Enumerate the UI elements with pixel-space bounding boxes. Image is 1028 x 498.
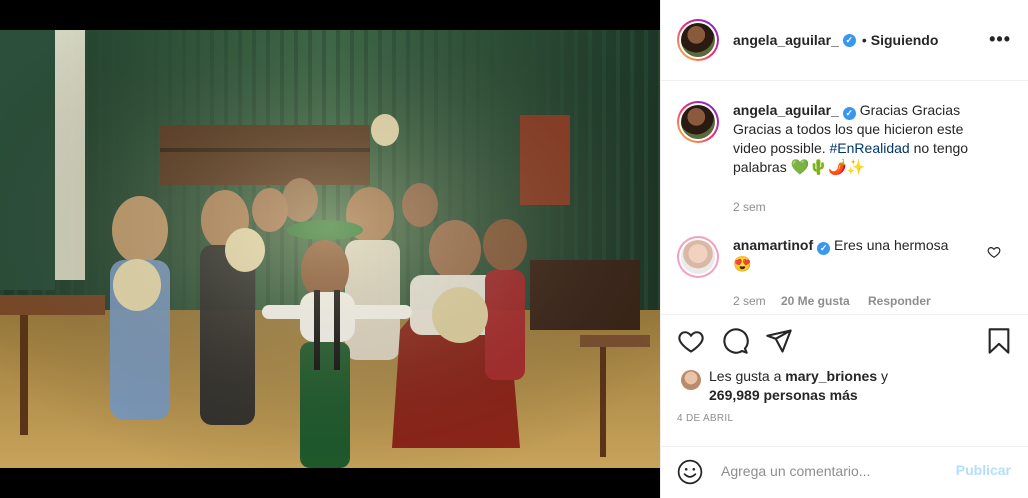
verified-badge-icon: ✓ [842, 33, 856, 47]
caption-emojis: 💚🌵🌶️✨ [790, 159, 866, 176]
likes-count[interactable]: 269,989 personas más [709, 387, 858, 403]
bookmark-icon[interactable] [985, 327, 1013, 355]
post-photo [0, 30, 660, 468]
following-button[interactable]: Siguiendo [871, 32, 939, 48]
reply-button[interactable]: Responder [868, 294, 931, 308]
post-actions: Les gusta a mary_briones y 269,989 perso… [661, 314, 1028, 446]
post-media[interactable] [0, 0, 660, 498]
post-date[interactable]: 4 DE ABRIL [677, 413, 733, 424]
comment-input[interactable] [721, 463, 941, 479]
smiley-icon[interactable] [677, 459, 703, 485]
commenter-avatar[interactable] [677, 236, 719, 278]
liker-username[interactable]: mary_briones [785, 368, 877, 384]
publish-button[interactable]: Publicar [956, 462, 1011, 478]
likes-prefix: Les gusta a [709, 368, 782, 384]
comment-username[interactable]: anamartinof [733, 237, 813, 253]
liker-avatar[interactable] [681, 370, 701, 390]
caption-hashtag[interactable]: #EnRealidad [830, 140, 910, 156]
verified-badge-icon: ✓ [817, 242, 831, 255]
post-header: angela_aguilar_ ✓ • Siguiendo ••• [661, 0, 1028, 81]
comment-time[interactable]: 2 sem [733, 294, 766, 308]
comment-like-heart-icon[interactable] [987, 245, 1001, 259]
heart-icon[interactable] [677, 327, 705, 355]
likes-summary: Les gusta a mary_briones y 269,989 perso… [709, 367, 1009, 405]
more-options-icon[interactable]: ••• [989, 30, 1011, 48]
media-letterbox-top [0, 0, 660, 30]
caption-time[interactable]: 2 sem [733, 200, 766, 214]
comment-body: anamartinof ✓ Eres una hermosa 😍 [733, 236, 963, 278]
comments-section: angela_aguilar_ ✓ Gracias Gracias Gracias… [661, 81, 1028, 314]
caption-username[interactable]: angela_aguilar_ [733, 102, 839, 118]
comment-row: anamartinof ✓ Eres una hermosa 😍 [677, 236, 963, 278]
media-letterbox-bottom [0, 468, 660, 498]
comment-text: Eres una hermosa [834, 237, 949, 253]
comment-emoji: 😍 [733, 256, 752, 273]
author-username[interactable]: angela_aguilar_ [733, 32, 839, 48]
verified-badge-icon: ✓ [842, 107, 856, 120]
share-icon[interactable] [765, 327, 793, 355]
header-separator: • [861, 32, 867, 48]
caption-avatar[interactable] [677, 101, 719, 143]
comment-likes[interactable]: 20 Me gusta [781, 294, 850, 308]
author-avatar[interactable] [677, 19, 719, 61]
comment-icon[interactable] [721, 327, 749, 355]
post-side-panel: angela_aguilar_ ✓ • Siguiendo ••• angela… [660, 0, 1028, 498]
author-avatar-image [681, 23, 715, 57]
add-comment-bar: Publicar [661, 446, 1028, 498]
caption-body: angela_aguilar_ ✓ Gracias Gracias Gracias… [733, 101, 993, 177]
caption-row: angela_aguilar_ ✓ Gracias Gracias Gracias… [677, 101, 993, 177]
likes-conj: y [881, 368, 888, 384]
